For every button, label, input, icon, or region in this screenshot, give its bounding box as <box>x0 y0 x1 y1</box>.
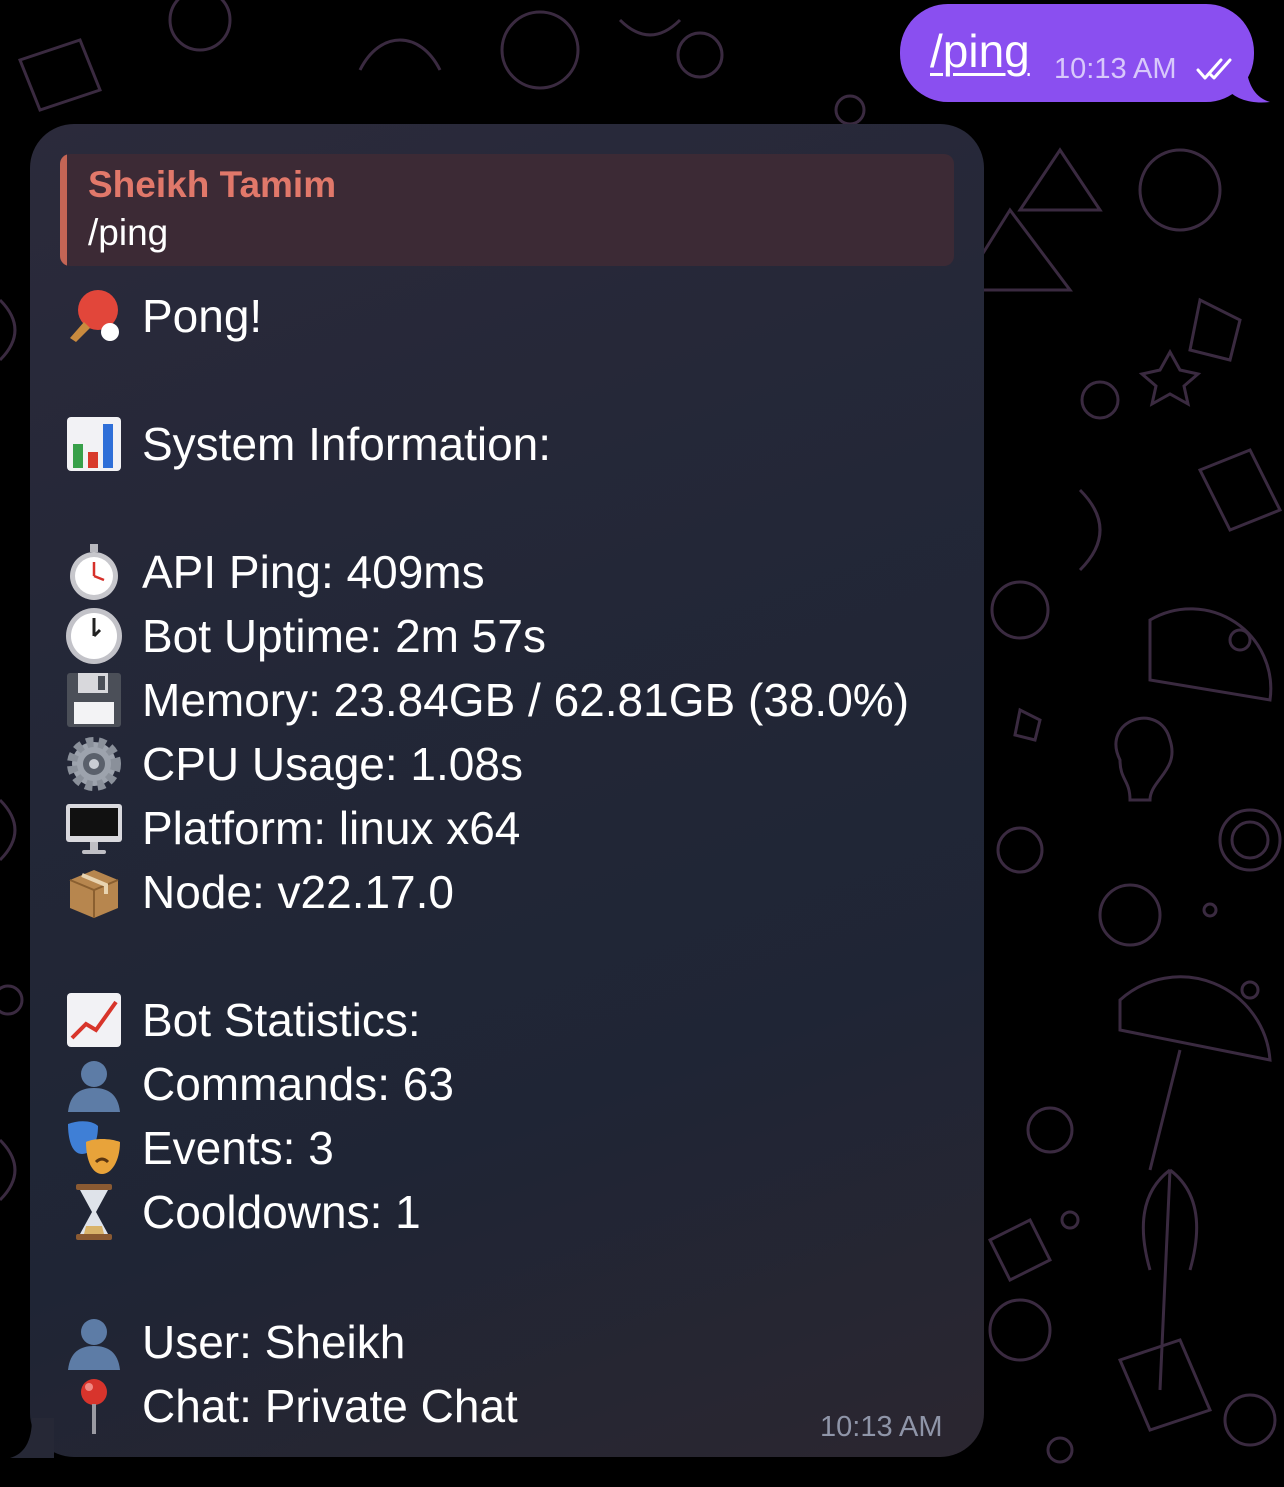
floppy-disk-icon <box>64 670 124 730</box>
message-line: Memory: 23.84GB / 62.81GB (38.0%) <box>64 668 909 732</box>
gear-icon <box>64 734 124 794</box>
outgoing-message-text[interactable]: /ping <box>930 24 1030 78</box>
message-line: Platform: linux x64 <box>64 796 520 860</box>
message-line: Pong! <box>64 284 262 348</box>
hourglass-icon <box>64 1182 124 1242</box>
line-text: System Information: <box>142 418 552 470</box>
user-silhouette-icon <box>64 1312 124 1372</box>
reply-quoted-text: /ping <box>88 212 169 253</box>
double-check-icon <box>1196 58 1232 80</box>
line-text: Bot Uptime: 2m 57s <box>142 610 546 662</box>
message-line: Cooldowns: 1 <box>64 1180 421 1244</box>
line-text: Node: v22.17.0 <box>142 866 455 918</box>
line-text: Chat: Private Chat <box>142 1380 518 1432</box>
bar-chart-icon <box>64 414 124 474</box>
stopwatch-icon <box>64 542 124 602</box>
outgoing-message-time: 10:13 AM <box>1054 53 1177 85</box>
message-line: System Information: <box>64 412 551 476</box>
reply-accent-bar <box>60 154 67 266</box>
message-line: Bot Uptime: 2m 57s <box>64 604 546 668</box>
message-line: Chat: Private Chat <box>64 1374 518 1438</box>
reply-quote[interactable]: Sheikh Tamim /ping <box>60 154 954 266</box>
round-pushpin-icon <box>64 1376 124 1436</box>
line-text: Pong! <box>142 290 263 342</box>
line-text: Platform: linux x64 <box>142 802 521 854</box>
line-text: CPU Usage: 1.08s <box>142 738 523 790</box>
message-line: Node: v22.17.0 <box>64 860 454 924</box>
message-line: Events: 3 <box>64 1116 334 1180</box>
line-text: Events: 3 <box>142 1122 334 1174</box>
incoming-message-time: 10:13 AM <box>820 1411 943 1443</box>
ping-pong-icon <box>64 286 124 346</box>
incoming-bubble-tail <box>10 1418 54 1458</box>
message-line: Commands: 63 <box>64 1052 454 1116</box>
trending-up-chart-icon <box>64 990 124 1050</box>
message-line: Bot Statistics: <box>64 988 421 1052</box>
package-icon <box>64 862 124 922</box>
message-line: CPU Usage: 1.08s <box>64 732 523 796</box>
line-text: Bot Statistics: <box>142 994 421 1046</box>
message-line: User: Sheikh <box>64 1310 405 1374</box>
line-text: API Ping: 409ms <box>142 546 485 598</box>
line-text: Commands: 63 <box>142 1058 454 1110</box>
user-silhouette-icon <box>64 1054 124 1114</box>
theater-masks-icon <box>64 1118 124 1178</box>
message-line: API Ping: 409ms <box>64 540 485 604</box>
line-text: User: Sheikh <box>142 1316 406 1368</box>
desktop-computer-icon <box>64 798 124 858</box>
line-text: Memory: 23.84GB / 62.81GB (38.0%) <box>142 674 910 726</box>
clock-icon <box>64 606 124 666</box>
line-text: Cooldowns: 1 <box>142 1186 421 1238</box>
reply-sender-name: Sheikh Tamim <box>88 164 337 205</box>
